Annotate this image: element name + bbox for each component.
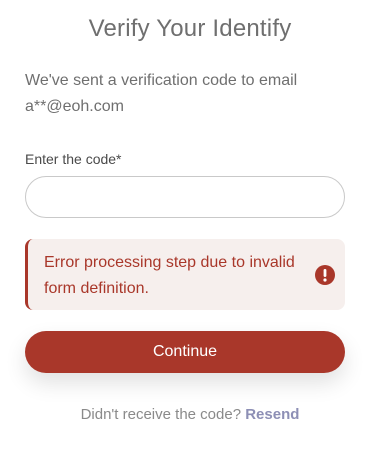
error-alert: Error processing step due to invalid for… bbox=[25, 239, 345, 310]
page-title: Verify Your Identify bbox=[88, 15, 292, 42]
resend-row: Didn't receive the code? Resend bbox=[25, 406, 355, 423]
continue-button[interactable]: Continue bbox=[25, 331, 345, 373]
code-field-label: Enter the code* bbox=[25, 151, 122, 167]
resend-link[interactable]: Resend bbox=[245, 406, 299, 423]
code-input[interactable] bbox=[25, 176, 345, 218]
masked-email: a**@eoh.com bbox=[25, 98, 124, 115]
exclamation-circle-icon bbox=[315, 265, 335, 285]
error-message: Error processing step due to invalid for… bbox=[44, 254, 295, 297]
verification-description: We've sent a verification code to email … bbox=[25, 68, 355, 120]
verification-card: Verify Your Identify We've sent a verifi… bbox=[0, 14, 380, 449]
resend-prompt: Didn't receive the code? bbox=[80, 406, 246, 423]
description-line: We've sent a verification code to email bbox=[25, 72, 298, 89]
